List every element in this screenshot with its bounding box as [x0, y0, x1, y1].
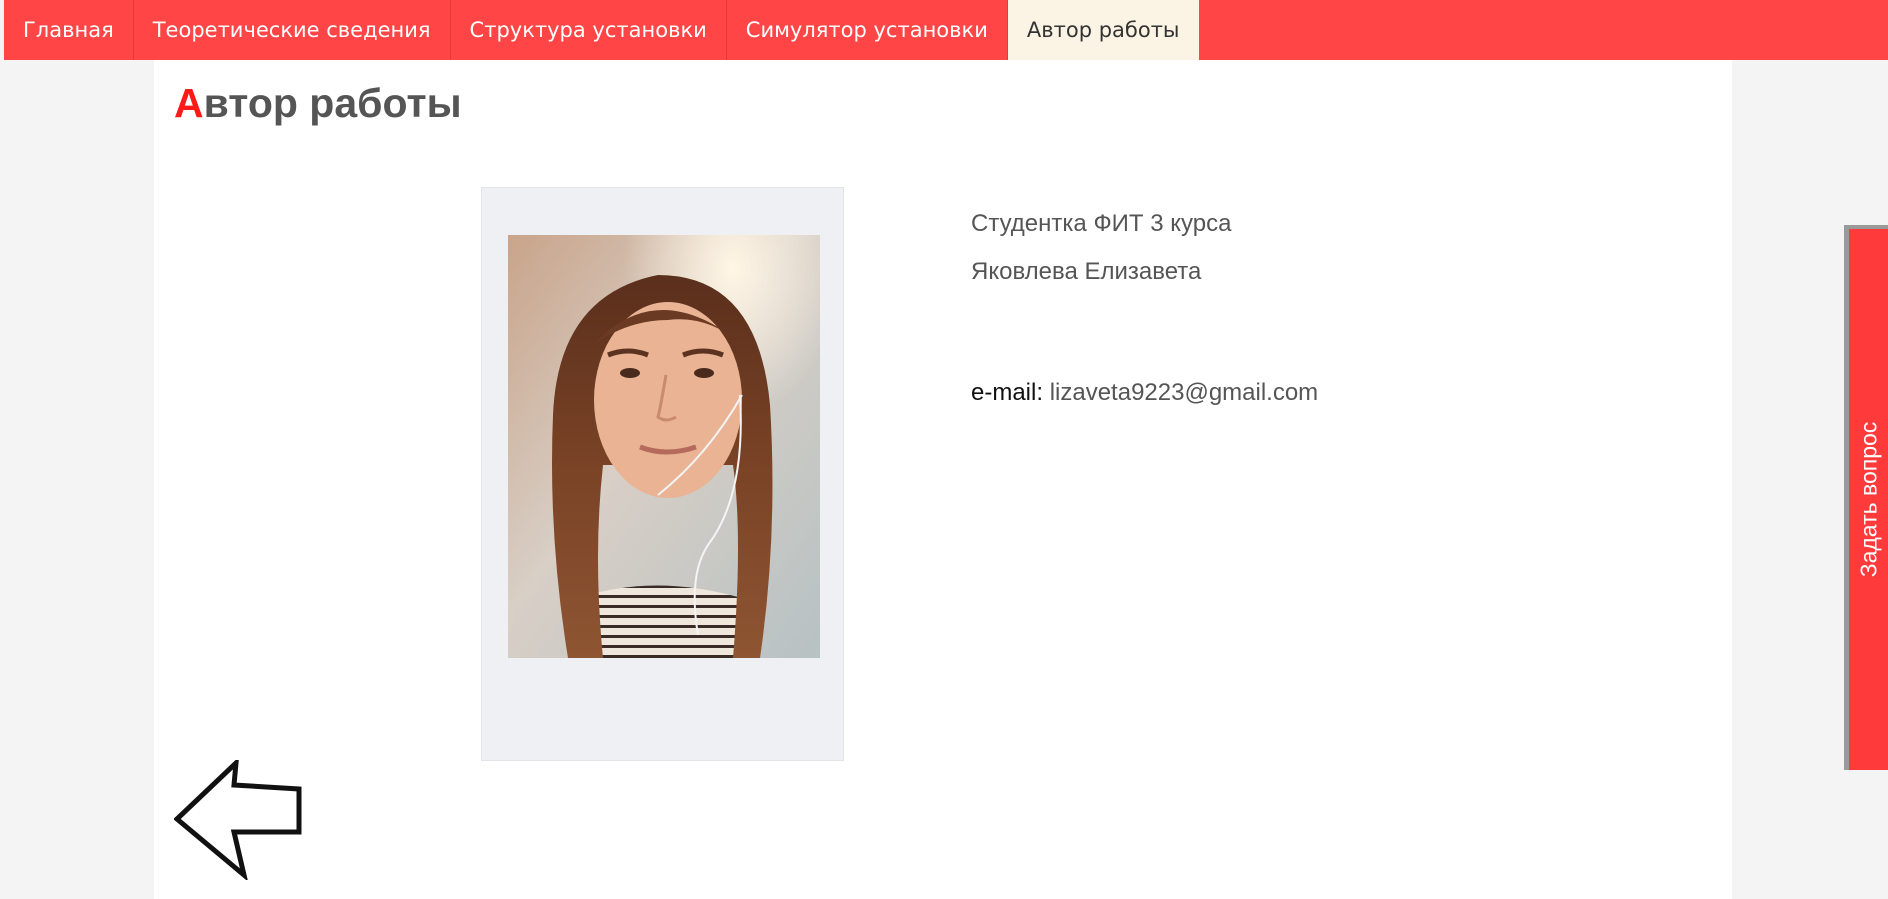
ask-question-tab[interactable]: Задать вопрос [1844, 225, 1888, 770]
page-title-first-letter: А [174, 80, 204, 126]
email-label: e-mail: [971, 379, 1044, 406]
page-title: Автор работы [174, 80, 462, 127]
page-title-rest: втор работы [203, 80, 462, 126]
nav-item-theory[interactable]: Теоретические сведения [134, 0, 451, 60]
nav-item-home[interactable]: Главная [4, 0, 134, 60]
author-status: Студентка ФИТ 3 курса [971, 210, 1232, 237]
main-content: Автор работы Студентка ФИТ 3 курса Яковл… [154, 60, 1732, 899]
top-navigation: Главная Теоретические сведения Структура… [4, 0, 1888, 60]
nav-item-structure[interactable]: Структура установки [451, 0, 727, 60]
author-email: e-mail: lizaveta9223@gmail.com [971, 379, 1318, 407]
author-photo [508, 235, 820, 658]
author-name: Яковлева Елизавета [971, 258, 1202, 285]
author-photo-frame [481, 187, 844, 761]
email-link[interactable]: lizaveta9223@gmail.com [1050, 379, 1319, 406]
ask-question-label: Задать вопрос [1855, 421, 1881, 578]
nav-item-author[interactable]: Автор работы [1007, 0, 1199, 60]
nav-item-simulator[interactable]: Симулятор установки [727, 0, 1008, 60]
back-arrow-icon[interactable] [173, 756, 324, 882]
